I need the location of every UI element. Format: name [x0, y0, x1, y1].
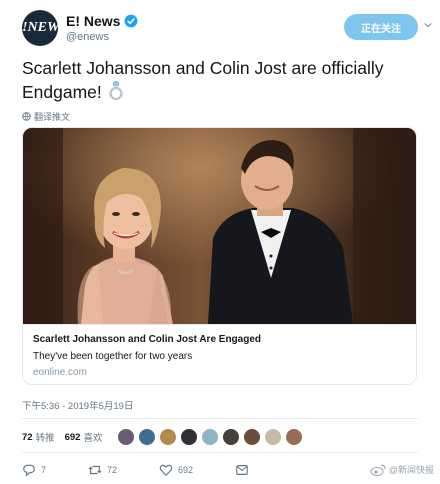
liker-avatar[interactable] [285, 428, 303, 446]
likes-label[interactable]: 喜欢 [83, 430, 102, 444]
like-button[interactable]: 692 [159, 463, 193, 477]
card-title[interactable]: Scarlett Johansson and Colin Jost Are En… [33, 334, 261, 345]
reply-count: 7 [41, 465, 47, 475]
likes-count[interactable]: 692 [65, 432, 81, 443]
link-card[interactable]: Scarlett Johansson and Colin Jost Are En… [22, 127, 417, 385]
card-photo[interactable] [23, 128, 416, 324]
watermark: @新闻快报 [370, 463, 434, 476]
card-domain: eonline.com [33, 367, 87, 378]
reply-button[interactable]: 7 [22, 463, 46, 477]
liker-avatar[interactable] [159, 428, 177, 446]
couple-photo [23, 128, 416, 324]
liker-avatar[interactable] [180, 428, 198, 446]
liker-avatar[interactable] [264, 428, 282, 446]
avatar[interactable]: E!NEWS [13, 10, 67, 46]
like-count: 692 [178, 465, 194, 475]
retweet-icon [88, 465, 102, 475]
following-button[interactable]: 正在关注 [344, 14, 418, 40]
retweets-label[interactable]: 转推 [36, 430, 55, 444]
liker-avatar[interactable] [138, 428, 156, 446]
weibo-logo-icon [370, 464, 386, 476]
direct-message-button[interactable] [235, 463, 254, 477]
retweet-count: 72 [107, 465, 118, 475]
dm-icon [236, 465, 248, 475]
liker-avatar[interactable] [222, 428, 240, 446]
tweet-header: E!NEWS E! News @enews 正在关注 [13, 10, 432, 46]
tweet-stats: 72 转推 692 喜欢 [22, 426, 112, 448]
watermark-text: @新闻快报 [388, 465, 434, 475]
chevron-down-icon[interactable] [424, 21, 432, 29]
card-body[interactable]: Scarlett Johansson and Colin Jost Are En… [23, 324, 416, 384]
ring-emoji-icon [109, 81, 123, 100]
tweet-timestamp[interactable]: 下午5:36 - 2019年5月19日 [22, 398, 133, 412]
card-description: They've been together for two years [33, 351, 193, 362]
tweet-text-block: Scarlett Johansson and Colin Jost are of… [22, 56, 422, 104]
liker-avatars [117, 428, 306, 446]
heart-icon [159, 464, 173, 477]
display-name[interactable]: E! News [66, 13, 120, 29]
liker-avatar[interactable] [201, 428, 219, 446]
handle[interactable]: @enews [66, 31, 109, 43]
tweet-text: Scarlett Johansson and Colin Jost are of… [22, 58, 384, 102]
divider [22, 418, 418, 419]
liker-avatar[interactable] [243, 428, 261, 446]
tweet-actions: 7 72 692 [22, 460, 418, 480]
name-row: E! News [66, 13, 138, 29]
globe-icon [22, 112, 31, 121]
translate-label[interactable]: 翻译推文 [34, 110, 70, 123]
translate-tweet-link[interactable]: 翻译推文 [22, 110, 70, 123]
retweets-count[interactable]: 72 [22, 432, 33, 443]
verified-badge-icon [125, 14, 138, 28]
divider [22, 452, 418, 453]
retweet-button[interactable]: 72 [88, 463, 117, 477]
reply-icon [23, 464, 35, 477]
liker-avatar[interactable] [117, 428, 135, 446]
